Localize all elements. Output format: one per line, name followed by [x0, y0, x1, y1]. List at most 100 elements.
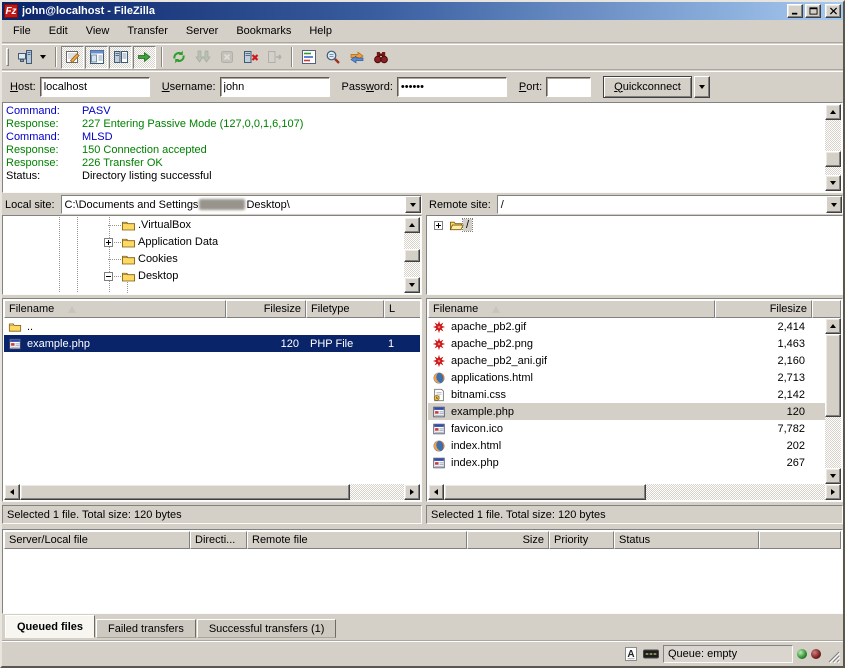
scroll-track[interactable]: [825, 334, 841, 468]
file-row-bitnami-css[interactable]: bitnami.css2,142: [428, 386, 825, 403]
collapse-icon[interactable]: [104, 272, 113, 281]
scroll-down-button[interactable]: [825, 468, 841, 484]
refresh-button[interactable]: [167, 46, 190, 69]
tree-item-cookies[interactable]: Cookies: [4, 251, 420, 268]
queue-column-directi[interactable]: Directi...: [190, 531, 247, 549]
file-row-favicon-ico[interactable]: favicon.ico7,782: [428, 420, 825, 437]
menu-file[interactable]: File: [4, 21, 40, 41]
file-row-apache-pb2-ani-gif[interactable]: apache_pb2_ani.gif2,160: [428, 352, 825, 369]
winfile-icon: [432, 421, 449, 437]
queue-column-remote-file[interactable]: Remote file: [247, 531, 467, 549]
local-tree-vscroll[interactable]: [404, 217, 420, 293]
scroll-up-button[interactable]: [825, 318, 841, 334]
file-list-hscroll[interactable]: [428, 484, 841, 500]
queue-body[interactable]: [4, 549, 841, 612]
directory-comparison-button[interactable]: [321, 46, 344, 69]
scroll-track[interactable]: [404, 233, 420, 277]
expand-icon[interactable]: [434, 221, 443, 230]
queue-column-status[interactable]: Status: [614, 531, 759, 549]
file-list-hscroll[interactable]: [4, 484, 420, 500]
disconnect-button[interactable]: [239, 46, 262, 69]
tree-view[interactable]: /: [428, 217, 841, 293]
resize-grip[interactable]: [827, 650, 841, 664]
scroll-track[interactable]: [20, 484, 404, 500]
menu-transfer[interactable]: Transfer: [118, 21, 177, 41]
column-header-filename[interactable]: Filename: [4, 300, 226, 318]
remote-path-dropdown-button[interactable]: [826, 196, 842, 213]
quickconnect-dropdown-button[interactable]: [694, 76, 710, 98]
minimize-button[interactable]: [787, 4, 803, 18]
scroll-down-button[interactable]: [404, 277, 420, 293]
tab-failed-transfers[interactable]: Failed transfers: [96, 619, 196, 638]
file-row-apache-pb2-gif[interactable]: apache_pb2.gif2,414: [428, 318, 825, 335]
scroll-up-button[interactable]: [825, 104, 841, 120]
scroll-right-button[interactable]: [825, 484, 841, 500]
file-list-vscroll[interactable]: [825, 318, 841, 484]
queue-column-size[interactable]: Size: [467, 531, 549, 549]
scroll-thumb[interactable]: [825, 334, 841, 417]
queue-column-server-local-file[interactable]: Server/Local file: [4, 531, 190, 549]
tree-item-desktop[interactable]: Desktop: [4, 268, 420, 285]
tree-item-application-data[interactable]: Application Data: [4, 234, 420, 251]
tree-item-virtualbox[interactable]: .VirtualBox: [4, 217, 420, 234]
scroll-right-button[interactable]: [404, 484, 420, 500]
local-path-combo[interactable]: C:\Documents and SettingsDesktop\: [61, 195, 422, 214]
scroll-track[interactable]: [444, 484, 825, 500]
column-header-l[interactable]: L: [384, 300, 420, 318]
synchronized-browsing-button[interactable]: [345, 46, 368, 69]
file-row-index-html[interactable]: index.html202: [428, 437, 825, 454]
transfer-tabs: Queued filesFailed transfersSuccessful t…: [2, 615, 843, 638]
toggle-queue-button[interactable]: [133, 46, 156, 69]
file-row-[interactable]: ..: [4, 318, 420, 335]
menu-view[interactable]: View: [77, 21, 119, 41]
scroll-track[interactable]: [825, 120, 841, 175]
log-vscroll[interactable]: [825, 104, 841, 191]
scroll-thumb[interactable]: [825, 151, 841, 167]
tree-view[interactable]: .VirtualBoxApplication DataCookiesDeskto…: [4, 217, 420, 293]
file-row-example-php[interactable]: example.php120: [428, 403, 825, 420]
scroll-thumb[interactable]: [404, 249, 420, 262]
scroll-thumb[interactable]: [20, 484, 350, 500]
column-header-filetype[interactable]: Filetype: [306, 300, 384, 318]
tab-successful-transfers-1[interactable]: Successful transfers (1): [197, 619, 337, 638]
file-row-applications-html[interactable]: applications.html2,713: [428, 369, 825, 386]
tree-item-[interactable]: /: [428, 217, 841, 234]
menu-help[interactable]: Help: [300, 21, 341, 41]
file-row-index-php[interactable]: index.php267: [428, 454, 825, 471]
toggle-local-tree-button[interactable]: [85, 46, 108, 69]
column-header-filesize[interactable]: Filesize: [226, 300, 306, 318]
file-row-apache-pb2-png[interactable]: apache_pb2.png1,463: [428, 335, 825, 352]
scroll-up-button[interactable]: [404, 217, 420, 233]
site-manager-button[interactable]: [13, 46, 36, 69]
file-cell: [306, 318, 384, 335]
host-input[interactable]: [40, 77, 150, 97]
find-files-button[interactable]: [369, 46, 392, 69]
tab-queued-files[interactable]: Queued files: [5, 615, 95, 638]
close-button[interactable]: [825, 4, 841, 18]
toolbar-grip[interactable]: [6, 48, 9, 66]
menu-server[interactable]: Server: [177, 21, 227, 41]
remote-path-combo[interactable]: /: [497, 195, 843, 214]
scroll-left-button[interactable]: [4, 484, 20, 500]
local-path-dropdown-button[interactable]: [405, 196, 421, 213]
column-label: Filesize: [264, 303, 301, 315]
toggle-message-log-button[interactable]: [61, 46, 84, 69]
toggle-remote-tree-button[interactable]: [109, 46, 132, 69]
scroll-left-button[interactable]: [428, 484, 444, 500]
file-row-example-php[interactable]: example.php120PHP File1: [4, 335, 420, 352]
quickconnect-button[interactable]: Quickconnect: [603, 76, 692, 98]
menu-edit[interactable]: Edit: [40, 21, 77, 41]
password-input[interactable]: [397, 77, 507, 97]
expand-icon[interactable]: [104, 238, 113, 247]
maximize-button[interactable]: [805, 4, 821, 18]
menu-bookmarks[interactable]: Bookmarks: [227, 21, 300, 41]
column-header-filename[interactable]: Filename: [428, 300, 715, 318]
scroll-thumb[interactable]: [444, 484, 646, 500]
site-manager-dropdown-button[interactable]: [37, 46, 49, 69]
port-input[interactable]: [546, 77, 591, 97]
username-input[interactable]: [220, 77, 330, 97]
column-header-filesize[interactable]: Filesize: [715, 300, 812, 318]
queue-column-priority[interactable]: Priority: [549, 531, 614, 549]
scroll-down-button[interactable]: [825, 175, 841, 191]
filter-button[interactable]: [297, 46, 320, 69]
